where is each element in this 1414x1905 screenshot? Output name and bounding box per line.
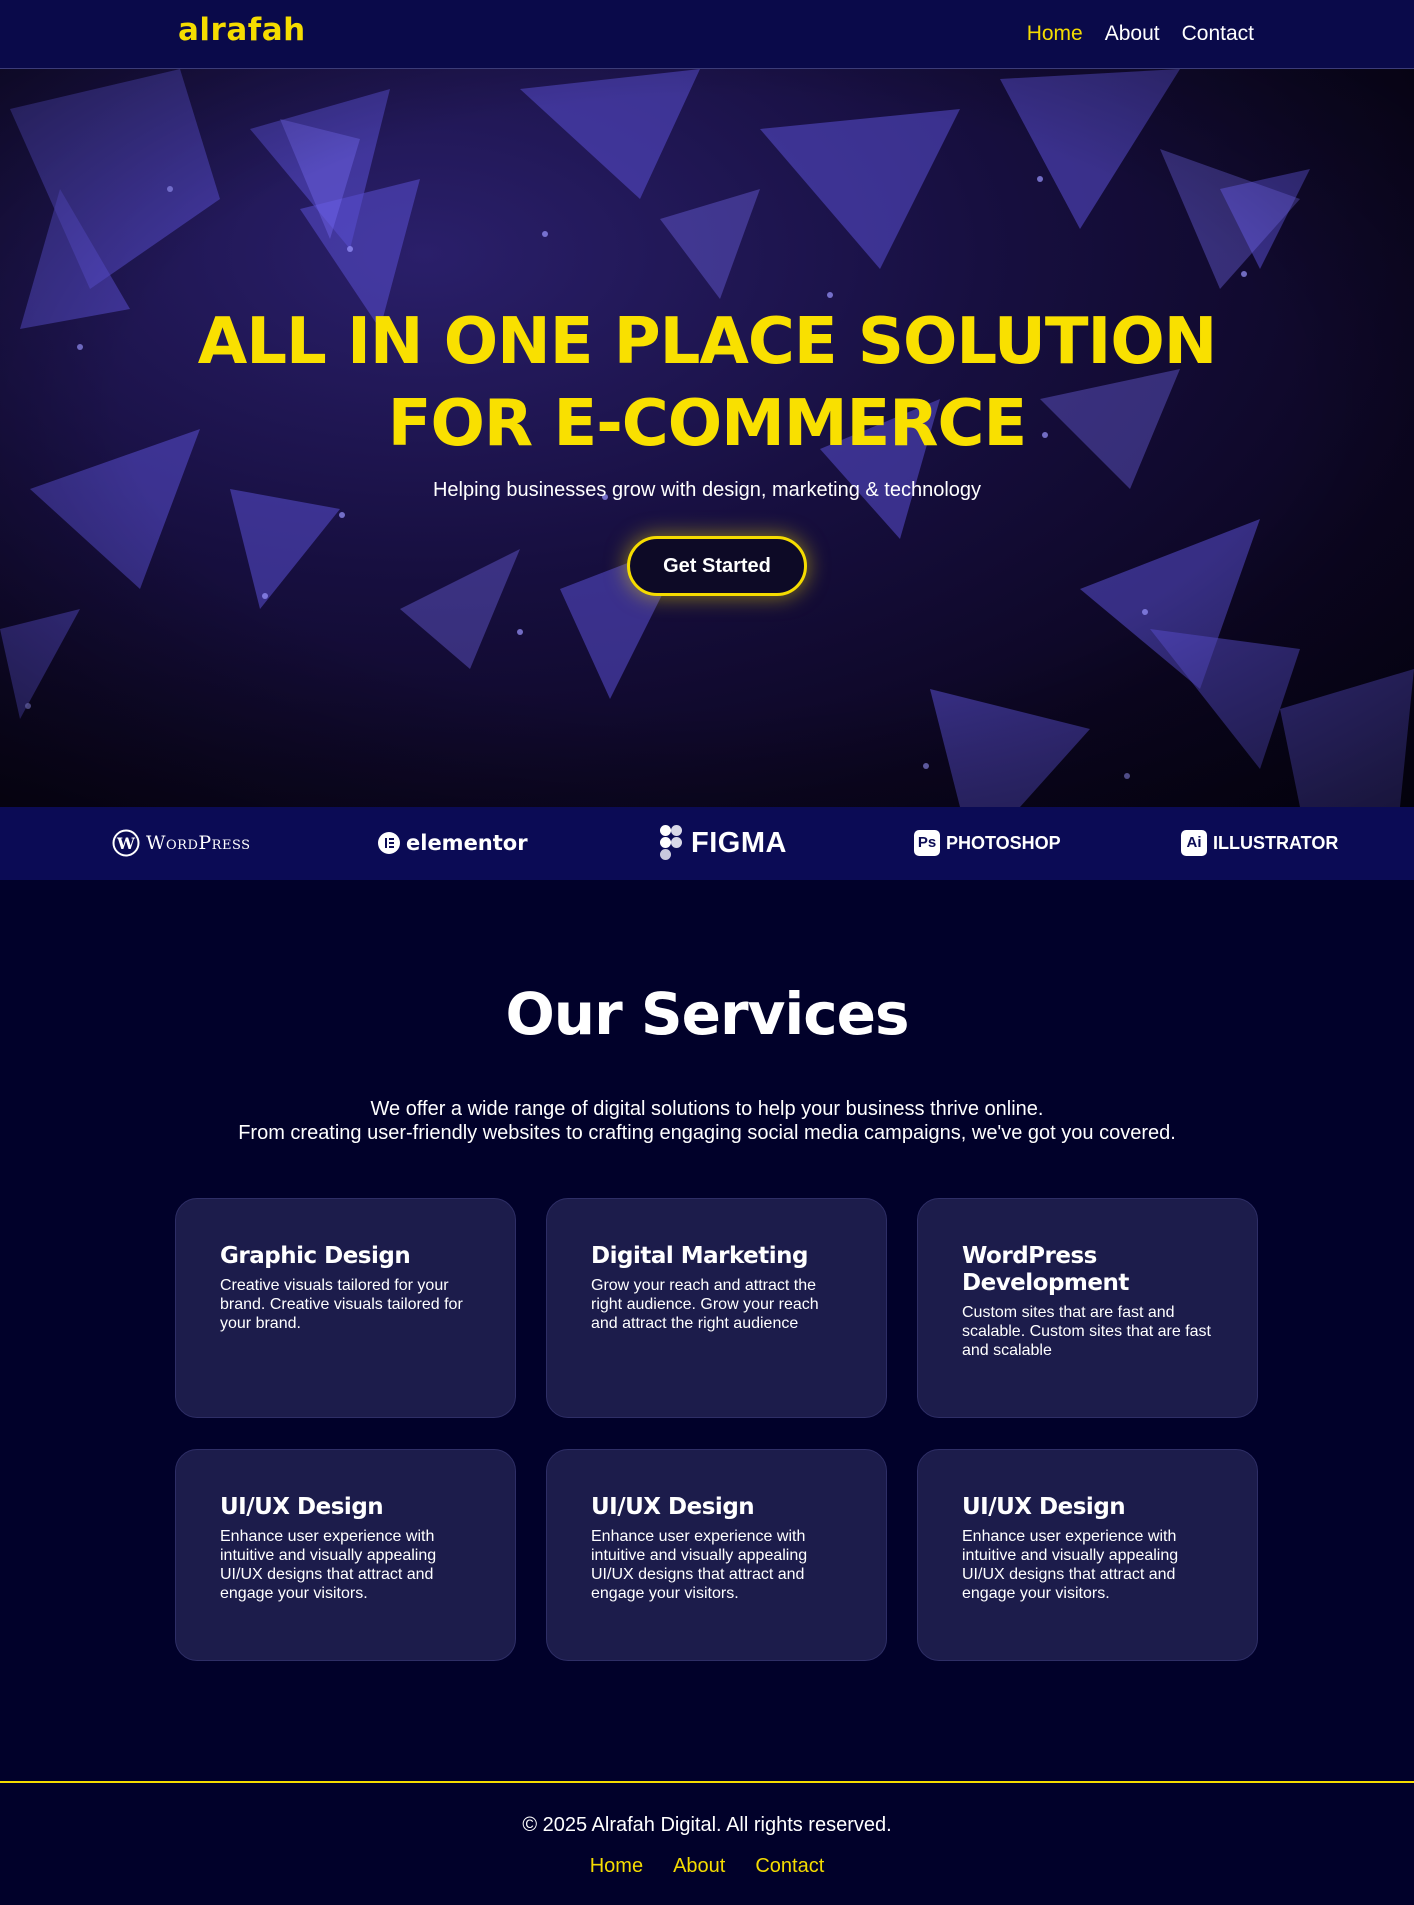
service-card-ui-ux-design[interactable]: UI/UX Design Enhance user experience wit… bbox=[175, 1449, 516, 1661]
photoshop-logo: Ps PHOTOSHOP bbox=[914, 823, 1061, 863]
svg-text:W: W bbox=[116, 834, 136, 853]
figma-logo-icon bbox=[660, 825, 682, 860]
service-card-text: Grow your reach and attract the right au… bbox=[591, 1277, 819, 1332]
footer-link-contact[interactable]: Contact bbox=[755, 1855, 824, 1878]
service-card-ui-ux-design[interactable]: UI/UX Design Enhance user experience wit… bbox=[917, 1449, 1258, 1661]
hero-subtitle: Helping businesses grow with design, mar… bbox=[432, 479, 982, 501]
service-card-digital-marketing[interactable]: Digital Marketing Grow your reach and at… bbox=[546, 1198, 887, 1418]
service-card-text: Enhance user experience with intuitive a… bbox=[220, 1528, 437, 1602]
service-card-text: Custom sites that are fast and scalable.… bbox=[962, 1304, 1211, 1359]
services-title: Our Services bbox=[505, 980, 909, 1048]
services-intro: We offer a wide range of digital solutio… bbox=[0, 1097, 1414, 1145]
photoshop-logo-icon: Ps bbox=[914, 830, 940, 856]
figma-logo: FIGMA bbox=[659, 823, 787, 863]
copyright-text: © 2025 Alrafah Digital. All rights reser… bbox=[522, 1814, 892, 1836]
nav-link-contact[interactable]: Contact bbox=[1182, 22, 1254, 46]
services-intro-line-1: We offer a wide range of digital solutio… bbox=[370, 1098, 1044, 1120]
illustrator-logo-icon: Ai bbox=[1181, 830, 1207, 856]
service-card-title: WordPress Development bbox=[962, 1243, 1129, 1296]
nav-link-about[interactable]: About bbox=[1105, 22, 1160, 46]
brand-logo-strip: W WordPress elementor FIGMA Ps PHOTOSHOP bbox=[0, 807, 1414, 880]
service-card-wordpress-development[interactable]: WordPress Development Custom sites that … bbox=[917, 1198, 1258, 1418]
service-card-title: UI/UX Design bbox=[591, 1494, 755, 1520]
hero-section: ALL IN ONE PLACE SOLUTION FOR E-COMMERCE… bbox=[0, 69, 1414, 807]
service-card-title: Graphic Design bbox=[220, 1243, 411, 1269]
service-card-title: Digital Marketing bbox=[591, 1243, 808, 1269]
footer-link-about[interactable]: About bbox=[673, 1855, 725, 1878]
footer-nav: Home About Contact bbox=[0, 1855, 1414, 1878]
elementor-logo: elementor bbox=[378, 823, 528, 863]
wordpress-logo: W WordPress bbox=[112, 823, 251, 863]
main-nav: Home About Contact bbox=[1027, 22, 1254, 46]
service-card-text: Creative visuals tailored for your brand… bbox=[220, 1277, 463, 1332]
illustrator-logo: Ai ILLUSTRATOR bbox=[1181, 823, 1338, 863]
top-navbar: alrafah Home About Contact bbox=[0, 0, 1414, 69]
elementor-logo-icon bbox=[378, 832, 400, 854]
nav-link-home[interactable]: Home bbox=[1027, 22, 1083, 46]
service-card-title: UI/UX Design bbox=[220, 1494, 384, 1520]
wordpress-logo-icon: W bbox=[112, 829, 140, 857]
site-logo[interactable]: alrafah bbox=[178, 12, 306, 48]
service-card-text: Enhance user experience with intuitive a… bbox=[591, 1528, 808, 1602]
site-footer: © 2025 Alrafah Digital. All rights reser… bbox=[0, 1781, 1414, 1905]
hero-title: ALL IN ONE PLACE SOLUTION FOR E-COMMERCE bbox=[197, 305, 1218, 461]
services-intro-line-2: From creating user-friendly websites to … bbox=[238, 1122, 1176, 1144]
footer-link-home[interactable]: Home bbox=[590, 1855, 643, 1878]
get-started-button[interactable]: Get Started bbox=[627, 536, 807, 596]
service-card-text: Enhance user experience with intuitive a… bbox=[962, 1528, 1179, 1602]
service-card-graphic-design[interactable]: Graphic Design Creative visuals tailored… bbox=[175, 1198, 516, 1418]
service-card-title: UI/UX Design bbox=[962, 1494, 1126, 1520]
service-card-ui-ux-design[interactable]: UI/UX Design Enhance user experience wit… bbox=[546, 1449, 887, 1661]
